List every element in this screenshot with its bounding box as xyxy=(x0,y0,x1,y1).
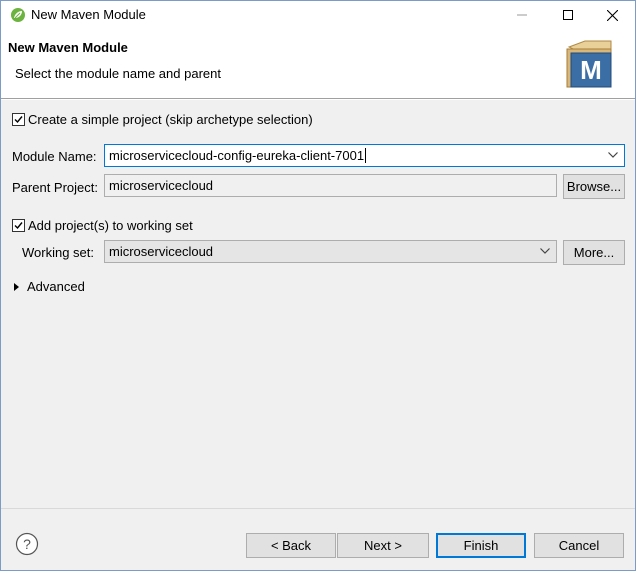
close-icon xyxy=(606,9,618,21)
simple-project-row[interactable]: Create a simple project (skip archetype … xyxy=(12,112,412,128)
parent-project-label: Parent Project: xyxy=(12,180,98,195)
working-set-checkbox[interactable] xyxy=(12,219,25,232)
parent-project-field: microservicecloud xyxy=(104,174,557,197)
finish-button[interactable]: Finish xyxy=(436,533,526,558)
next-button[interactable]: Next > xyxy=(337,533,429,558)
advanced-label: Advanced xyxy=(27,279,85,294)
maven-logo-letter: M xyxy=(580,55,602,85)
chevron-down-icon[interactable] xyxy=(608,152,618,158)
more-button[interactable]: More... xyxy=(563,240,625,265)
checkmark-icon xyxy=(14,222,23,230)
browse-button[interactable]: Browse... xyxy=(563,174,625,199)
checkmark-icon xyxy=(14,116,23,124)
svg-text:?: ? xyxy=(23,536,31,552)
working-set-check-row[interactable]: Add project(s) to working set xyxy=(12,218,312,234)
wizard-content: Create a simple project (skip archetype … xyxy=(1,100,635,508)
wizard-banner: New Maven Module Select the module name … xyxy=(1,29,635,99)
advanced-toggle[interactable]: Advanced xyxy=(14,279,134,295)
minimize-icon xyxy=(517,14,527,16)
working-set-check-label: Add project(s) to working set xyxy=(28,218,193,233)
title-bar: New Maven Module xyxy=(1,1,635,29)
simple-project-checkbox[interactable] xyxy=(12,113,25,126)
maximize-icon xyxy=(563,10,573,20)
simple-project-label: Create a simple project (skip archetype … xyxy=(28,112,313,127)
new-maven-module-dialog: New Maven Module New Maven Module Select… xyxy=(0,0,636,571)
close-button[interactable] xyxy=(589,1,635,29)
spring-leaf-icon xyxy=(11,8,25,22)
wizard-footer: ? < Back Next > Finish Cancel xyxy=(1,508,635,570)
chevron-down-icon[interactable] xyxy=(540,248,550,254)
parent-project-value: microservicecloud xyxy=(109,178,214,193)
working-set-combo[interactable]: microservicecloud xyxy=(104,240,557,263)
banner-title: New Maven Module xyxy=(8,40,128,55)
banner-subtitle: Select the module name and parent xyxy=(15,66,221,81)
maximize-button[interactable] xyxy=(545,1,591,29)
cancel-button[interactable]: Cancel xyxy=(534,533,624,558)
module-name-label: Module Name: xyxy=(12,149,97,164)
module-name-value: microservicecloud-config-eureka-client-7… xyxy=(109,148,365,163)
minimize-button[interactable] xyxy=(499,1,545,29)
module-name-combo[interactable]: microservicecloud-config-eureka-client-7… xyxy=(104,144,625,167)
working-set-label: Working set: xyxy=(22,245,95,260)
working-set-value: microservicecloud xyxy=(109,244,214,259)
triangle-right-icon[interactable] xyxy=(14,283,20,291)
maven-logo-icon: M xyxy=(566,40,612,88)
window-title: New Maven Module xyxy=(31,7,146,22)
back-button[interactable]: < Back xyxy=(246,533,336,558)
help-icon[interactable]: ? xyxy=(15,532,39,556)
